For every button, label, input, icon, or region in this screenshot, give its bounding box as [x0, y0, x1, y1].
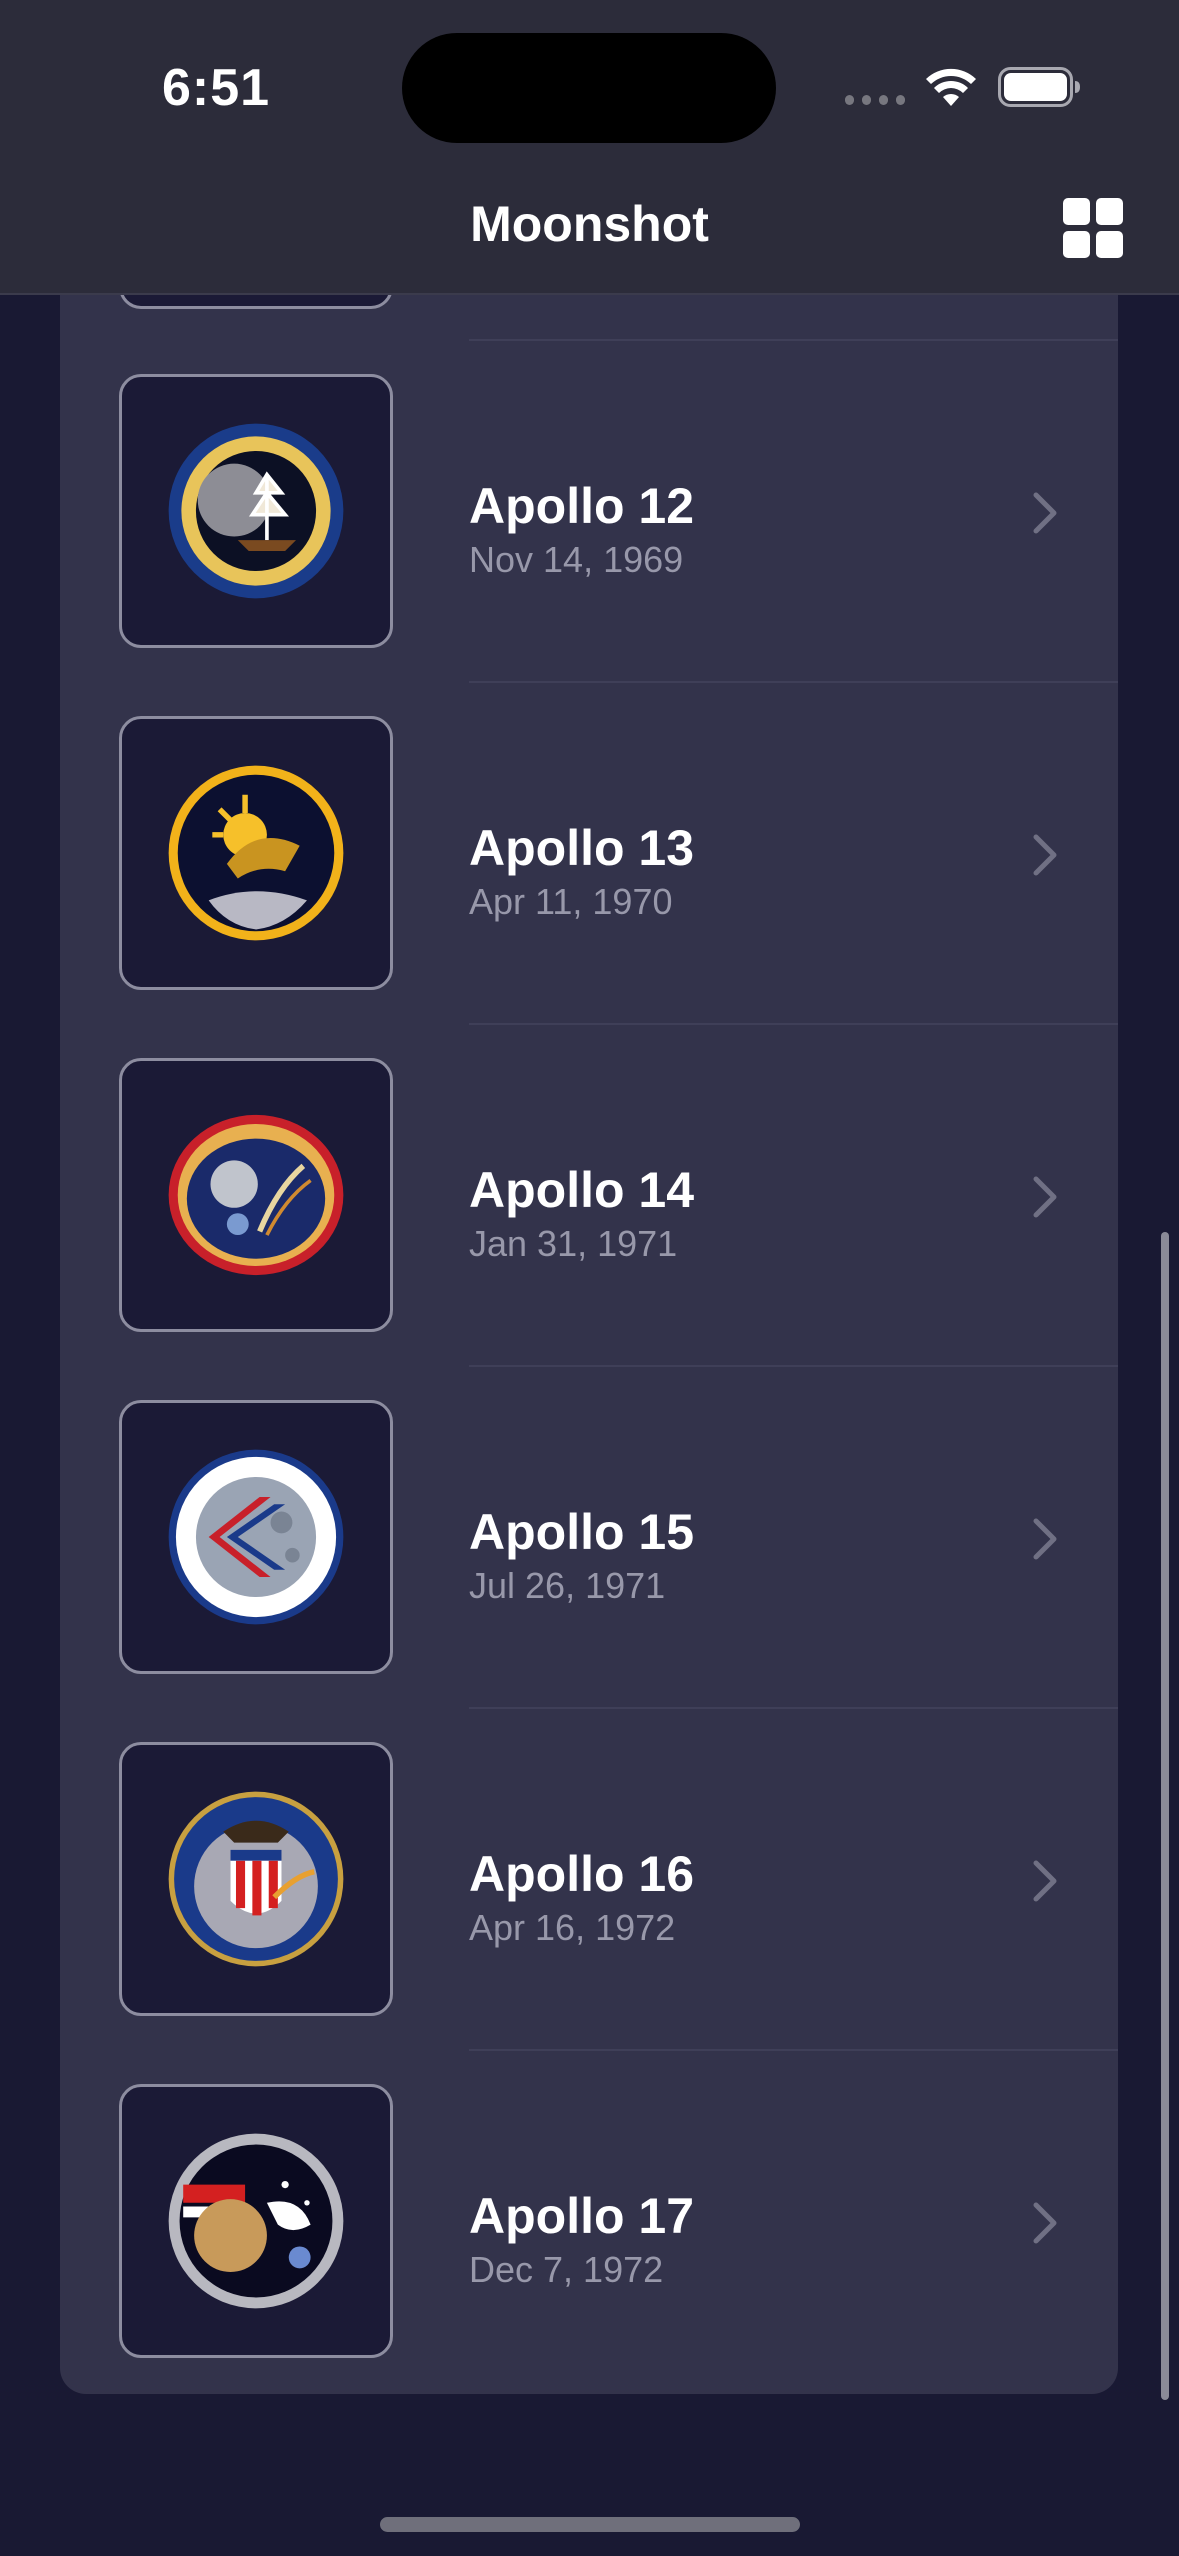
mission-launch-date: Jul 26, 1971 — [469, 1565, 666, 1606]
mission-name: Apollo 13 — [469, 820, 695, 876]
mission-row[interactable]: Apollo 15 Jul 26, 1971 — [60, 1367, 1118, 1709]
mission-launch-date: Jan 31, 1971 — [469, 1223, 678, 1264]
status-time: 6:51 — [162, 59, 271, 117]
mission-launch-date: Apr 16, 1972 — [469, 1907, 676, 1948]
top-bar: 6:51 Moonshot — [0, 0, 1179, 295]
scroll-indicator[interactable] — [1161, 1232, 1169, 2400]
mission-badge-thumbnail — [119, 1400, 393, 1674]
apollo-13-badge-icon — [168, 765, 344, 941]
mission-name: Apollo 12 — [469, 478, 695, 534]
page-title: Moonshot — [470, 196, 709, 252]
mission-row[interactable]: Apollo 13 Apr 11, 1970 — [60, 683, 1118, 1025]
apollo-14-badge-icon — [168, 1114, 344, 1276]
mission-name: Apollo 15 — [469, 1504, 695, 1560]
mission-badge-thumbnail — [119, 1742, 393, 2016]
mission-row[interactable]: Apollo 16 Apr 16, 1972 — [60, 1709, 1118, 2051]
wifi-icon — [926, 68, 976, 106]
mission-row[interactable]: Apollo 12 Nov 14, 1969 — [60, 341, 1118, 683]
mission-launch-date: Dec 7, 1972 — [469, 2249, 664, 2290]
mission-badge-thumbnail — [119, 2084, 393, 2358]
mission-launch-date: Nov 14, 1969 — [469, 539, 684, 580]
chevron-right-icon — [1033, 2202, 1057, 2244]
mission-badge-thumbnail — [119, 716, 393, 990]
mission-row[interactable]: Apollo 14 Jan 31, 1971 — [60, 1025, 1118, 1367]
apollo-12-badge-icon — [168, 423, 344, 599]
apollo-16-badge-icon — [168, 1791, 344, 1967]
apollo-17-badge-icon — [168, 2133, 344, 2309]
mission-launch-date: Apr 11, 1970 — [469, 881, 673, 922]
mission-name: Apollo 16 — [469, 1846, 695, 1902]
chevron-right-icon — [1033, 1860, 1057, 1902]
mission-name: Apollo 17 — [469, 2188, 695, 2244]
mission-name: Apollo 14 — [469, 1162, 695, 1218]
chevron-right-icon — [1033, 1518, 1057, 1560]
mission-row[interactable]: Apollo 17 Dec 7, 1972 — [60, 2051, 1118, 2393]
chevron-right-icon — [1033, 492, 1057, 534]
mission-badge-thumbnail — [119, 1058, 393, 1332]
cellular-signal-icon — [845, 94, 905, 106]
grid-icon — [1063, 198, 1090, 225]
home-indicator[interactable] — [380, 2517, 800, 2532]
chevron-right-icon — [1033, 1176, 1057, 1218]
layout-toggle-button[interactable] — [1063, 198, 1123, 258]
apollo-15-badge-icon — [168, 1449, 344, 1625]
mission-badge-thumbnail — [119, 374, 393, 648]
battery-icon — [998, 67, 1080, 107]
chevron-right-icon — [1033, 834, 1057, 876]
mission-list: Apollo 12 Nov 14, 1969 Apollo 13 Apr 11,… — [60, 200, 1118, 2394]
dynamic-island — [402, 33, 776, 143]
